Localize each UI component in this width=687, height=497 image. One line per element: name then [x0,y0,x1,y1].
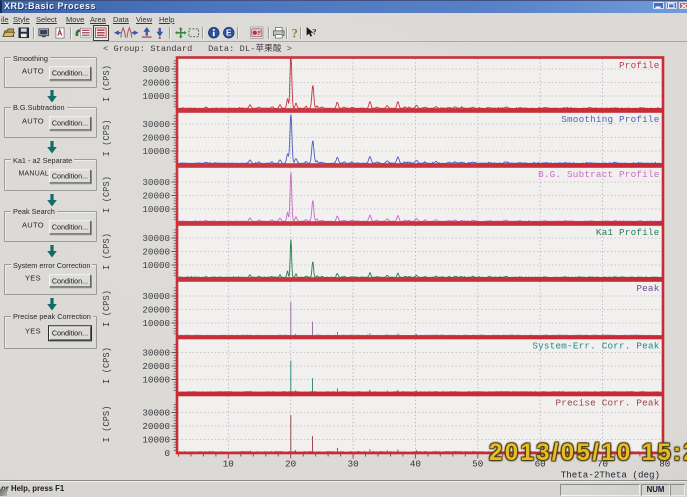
svg-text:I (CPS): I (CPS) [102,176,112,213]
svg-text:30000: 30000 [142,119,170,130]
svg-text:10000: 10000 [142,435,170,446]
svg-text:10: 10 [223,459,234,470]
svg-text:20000: 20000 [142,78,170,89]
svg-text:I (CPS): I (CPS) [102,406,112,443]
svg-text:20000: 20000 [142,191,170,202]
svg-text:I (CPS): I (CPS) [102,65,112,102]
svg-text:Smoothing Profile: Smoothing Profile [561,114,659,125]
svg-text:30000: 30000 [142,233,170,244]
svg-text:20: 20 [285,459,296,470]
svg-text:10000: 10000 [142,146,170,157]
svg-text:20000: 20000 [142,361,170,372]
svg-text:E: E [226,29,232,38]
svg-text:10000: 10000 [142,260,170,271]
svg-text:30000: 30000 [142,348,170,359]
svg-text:30000: 30000 [142,291,170,302]
svg-text:?: ? [292,27,298,40]
svg-text:I (CPS): I (CPS) [102,347,112,384]
svg-text:30000: 30000 [142,64,170,75]
svg-text:30: 30 [348,459,359,470]
svg-text:?: ? [312,27,316,37]
svg-text:I (CPS): I (CPS) [102,120,112,157]
svg-text:30000: 30000 [142,408,170,419]
svg-text:20000: 20000 [142,247,170,258]
svg-text:0: 0 [164,448,170,459]
svg-text:20000: 20000 [142,305,170,316]
svg-text:40: 40 [410,459,421,470]
svg-text:30000: 30000 [142,177,170,188]
svg-text:Theta-2Theta (deg): Theta-2Theta (deg) [561,470,660,481]
svg-text:20000: 20000 [142,421,170,432]
svg-text:Peak: Peak [636,283,659,294]
svg-text:Precise Corr. Peak: Precise Corr. Peak [555,398,659,409]
svg-text:50: 50 [472,459,483,470]
svg-text:I (CPS): I (CPS) [102,290,112,327]
svg-text:20000: 20000 [142,133,170,144]
svg-text:System-Err. Corr. Peak: System-Err. Corr. Peak [532,341,659,352]
svg-text:10000: 10000 [142,375,170,386]
svg-text:Ka1 Profile: Ka1 Profile [596,227,660,238]
svg-text:I (CPS): I (CPS) [102,233,112,270]
svg-text:Profile: Profile [619,60,659,71]
svg-text:B.G. Subtract Profile: B.G. Subtract Profile [538,169,659,180]
svg-text:10000: 10000 [142,204,170,215]
svg-text:10000: 10000 [142,318,170,329]
svg-text:10000: 10000 [142,91,170,102]
